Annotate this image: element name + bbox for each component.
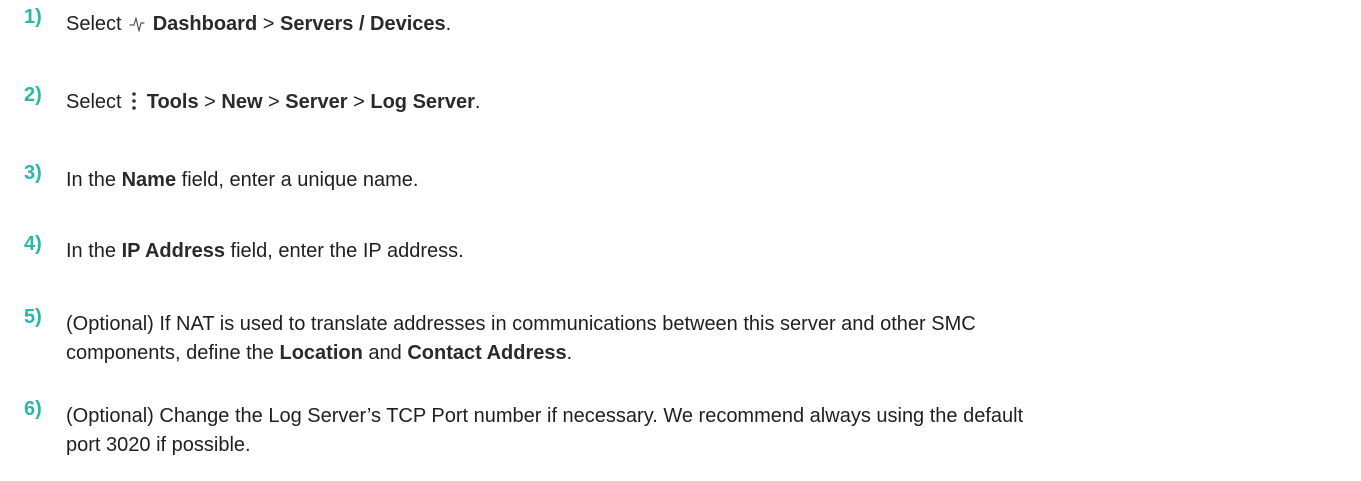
text-run: > xyxy=(262,91,286,113)
step-text: (Optional) Change the Log Server’s TCP P… xyxy=(66,402,1023,460)
step-4: 4) In the IP Address field, enter the IP… xyxy=(24,233,1341,266)
ui-term: Name xyxy=(121,169,177,191)
ui-term: Dashboard xyxy=(152,13,258,35)
text-run: components, define the xyxy=(66,342,280,364)
text-run: > xyxy=(198,91,222,113)
text-run: port 3020 if possible. xyxy=(66,434,251,456)
text-run: field, enter the IP address. xyxy=(225,240,464,262)
text-run: . xyxy=(445,13,452,35)
text-run: field, enter a unique name. xyxy=(176,169,419,191)
ui-term: Servers / Devices xyxy=(279,13,446,35)
step-6: 6) (Optional) Change the Log Server’s TC… xyxy=(24,398,1341,460)
text-run: > xyxy=(347,91,371,113)
ui-term: Server xyxy=(285,91,348,113)
step-number: 6) xyxy=(24,398,42,420)
text-run: (Optional) Change the Log Server’s TCP P… xyxy=(66,405,1024,427)
step-number: 1) xyxy=(24,6,42,28)
step-text: Select Tools > New > Server > Log Server… xyxy=(66,88,480,120)
step-text: In the Name field, enter a unique name. xyxy=(66,166,418,195)
step-text: In the IP Address field, enter the IP ad… xyxy=(66,237,464,266)
text-run: and xyxy=(362,342,408,364)
step-number: 4) xyxy=(24,233,42,255)
step-text: Select Dashboard > Servers / Devices. xyxy=(66,10,451,42)
text-run: . xyxy=(474,91,481,113)
step-text: (Optional) If NAT is used to translate a… xyxy=(66,310,976,368)
step-number: 2) xyxy=(24,84,42,106)
ui-term: Log Server xyxy=(370,91,475,113)
ui-term: Location xyxy=(279,342,363,364)
text-run: In the xyxy=(66,240,122,262)
text-run: . xyxy=(566,342,573,364)
text-run: > xyxy=(257,13,280,35)
text-run: Select xyxy=(66,91,128,113)
ui-term: Tools xyxy=(146,91,199,113)
text-run: (Optional) If NAT is used to translate a… xyxy=(66,313,976,335)
step-number: 5) xyxy=(24,306,42,328)
step-1: 1) Select Dashboard > Servers / Devices. xyxy=(24,6,1341,42)
text-run: In the xyxy=(66,169,122,191)
ui-term: IP Address xyxy=(121,240,225,262)
step-number: 3) xyxy=(24,162,42,184)
ui-term: New xyxy=(221,91,263,113)
activity-pulse-icon xyxy=(129,13,145,42)
step-2: 2) Select Tools > New > Server > Log Ser… xyxy=(24,84,1341,120)
procedure-steps: 1) Select Dashboard > Servers / Devices.… xyxy=(0,0,1361,481)
step-5: 5) (Optional) If NAT is used to translat… xyxy=(24,306,1341,368)
vertical-ellipsis-icon xyxy=(129,91,139,120)
ui-term: Contact Address xyxy=(407,342,567,364)
text-run: Select xyxy=(66,13,128,35)
step-3: 3) In the Name field, enter a unique nam… xyxy=(24,162,1341,195)
